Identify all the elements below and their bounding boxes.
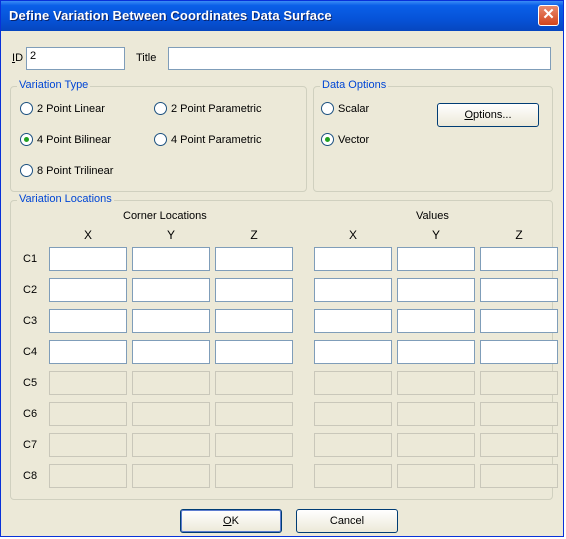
c8-value-x-input bbox=[314, 464, 392, 488]
radio-circle-icon bbox=[321, 102, 334, 115]
c3-value-y-input[interactable] bbox=[397, 309, 475, 333]
radio-vector[interactable]: Vector bbox=[321, 133, 369, 146]
row-label-c7: C7 bbox=[23, 439, 38, 451]
c7-corner-y-input bbox=[132, 433, 210, 457]
cancel-button[interactable]: Cancel bbox=[296, 509, 398, 533]
radio-checked-icon bbox=[20, 133, 33, 146]
col-header-corner-y: Y bbox=[166, 228, 175, 242]
variation-type-group: Variation Type 2 Point Linear 2 Point Pa… bbox=[10, 79, 307, 192]
c1-value-y-input[interactable] bbox=[397, 247, 475, 271]
radio-4-point-bilinear[interactable]: 4 Point Bilinear bbox=[20, 133, 111, 146]
radio-2-point-parametric[interactable]: 2 Point Parametric bbox=[154, 102, 261, 115]
c4-corner-z-input[interactable] bbox=[215, 340, 293, 364]
c5-corner-x-input bbox=[49, 371, 127, 395]
c6-corner-z-input bbox=[215, 402, 293, 426]
c1-corner-z-input[interactable] bbox=[215, 247, 293, 271]
radio-4-point-parametric[interactable]: 4 Point Parametric bbox=[154, 133, 261, 146]
row-label-c2: C2 bbox=[23, 284, 38, 296]
radio-circle-icon bbox=[20, 102, 33, 115]
c5-corner-y-input bbox=[132, 371, 210, 395]
title-input[interactable] bbox=[168, 47, 551, 70]
c2-value-x-input[interactable] bbox=[314, 278, 392, 302]
c6-value-z-input bbox=[480, 402, 558, 426]
c1-value-z-input[interactable] bbox=[480, 247, 558, 271]
c5-value-z-input bbox=[480, 371, 558, 395]
c8-value-z-input bbox=[480, 464, 558, 488]
ok-button[interactable]: OK bbox=[180, 509, 282, 533]
radio-2-point-linear[interactable]: 2 Point Linear bbox=[20, 102, 105, 115]
row-label-c4: C4 bbox=[23, 346, 38, 358]
col-header-value-x: X bbox=[348, 228, 357, 242]
corner-locations-header: Corner Locations bbox=[123, 210, 207, 222]
c2-value-y-input[interactable] bbox=[397, 278, 475, 302]
c4-value-z-input[interactable] bbox=[480, 340, 558, 364]
radio-circle-icon bbox=[20, 164, 33, 177]
row-label-c3: C3 bbox=[23, 315, 38, 327]
c7-value-y-input bbox=[397, 433, 475, 457]
c7-value-z-input bbox=[480, 433, 558, 457]
c1-corner-y-input[interactable] bbox=[132, 247, 210, 271]
col-header-value-z: Z bbox=[515, 228, 523, 242]
c6-corner-y-input bbox=[132, 402, 210, 426]
row-label-c5: C5 bbox=[23, 377, 38, 389]
c8-corner-y-input bbox=[132, 464, 210, 488]
close-icon[interactable]: ✕ bbox=[538, 5, 559, 26]
c6-corner-x-input bbox=[49, 402, 127, 426]
col-header-value-y: Y bbox=[431, 228, 440, 242]
c2-corner-y-input[interactable] bbox=[132, 278, 210, 302]
c4-corner-y-input[interactable] bbox=[132, 340, 210, 364]
window-title: Define Variation Between Coordinates Dat… bbox=[9, 8, 332, 23]
col-header-corner-x: X bbox=[83, 228, 92, 242]
row-label-c6: C6 bbox=[23, 408, 38, 420]
radio-scalar[interactable]: Scalar bbox=[321, 102, 369, 115]
variation-type-title: Variation Type bbox=[17, 79, 91, 91]
c2-corner-z-input[interactable] bbox=[215, 278, 293, 302]
col-header-corner-z: Z bbox=[250, 228, 258, 242]
c3-value-x-input[interactable] bbox=[314, 309, 392, 333]
radio-circle-icon bbox=[154, 133, 167, 146]
variation-locations-title: Variation Locations bbox=[17, 193, 114, 205]
dialog-window: Define Variation Between Coordinates Dat… bbox=[0, 0, 564, 537]
c5-value-x-input bbox=[314, 371, 392, 395]
c7-corner-z-input bbox=[215, 433, 293, 457]
title-bar[interactable]: Define Variation Between Coordinates Dat… bbox=[1, 1, 563, 31]
c8-corner-z-input bbox=[215, 464, 293, 488]
data-options-title: Data Options bbox=[320, 79, 389, 91]
c5-corner-z-input bbox=[215, 371, 293, 395]
c3-value-z-input[interactable] bbox=[480, 309, 558, 333]
c6-value-x-input bbox=[314, 402, 392, 426]
options-button[interactable]: Options... bbox=[437, 103, 539, 127]
radio-checked-icon bbox=[321, 133, 334, 146]
radio-circle-icon bbox=[154, 102, 167, 115]
id-label: ID bbox=[12, 52, 24, 64]
c1-corner-x-input[interactable] bbox=[49, 247, 127, 271]
data-options-group: Data Options Scalar Vector Options... bbox=[313, 79, 553, 192]
c8-corner-x-input bbox=[49, 464, 127, 488]
radio-8-point-trilinear[interactable]: 8 Point Trilinear bbox=[20, 164, 113, 177]
c4-corner-x-input[interactable] bbox=[49, 340, 127, 364]
c8-value-y-input bbox=[397, 464, 475, 488]
c2-value-z-input[interactable] bbox=[480, 278, 558, 302]
c7-value-x-input bbox=[314, 433, 392, 457]
c3-corner-x-input[interactable] bbox=[49, 309, 127, 333]
c7-corner-x-input bbox=[49, 433, 127, 457]
dialog-content: ID 2 Title Variation Type 2 Point Linear… bbox=[3, 31, 561, 534]
c4-value-x-input[interactable] bbox=[314, 340, 392, 364]
c6-value-y-input bbox=[397, 402, 475, 426]
c3-corner-z-input[interactable] bbox=[215, 309, 293, 333]
values-header: Values bbox=[416, 210, 449, 222]
title-label: Title bbox=[136, 52, 157, 64]
row-label-c8: C8 bbox=[23, 470, 38, 482]
c5-value-y-input bbox=[397, 371, 475, 395]
c4-value-y-input[interactable] bbox=[397, 340, 475, 364]
row-label-c1: C1 bbox=[23, 253, 38, 265]
id-input[interactable]: 2 bbox=[26, 47, 125, 70]
c3-corner-y-input[interactable] bbox=[132, 309, 210, 333]
c1-value-x-input[interactable] bbox=[314, 247, 392, 271]
c2-corner-x-input[interactable] bbox=[49, 278, 127, 302]
